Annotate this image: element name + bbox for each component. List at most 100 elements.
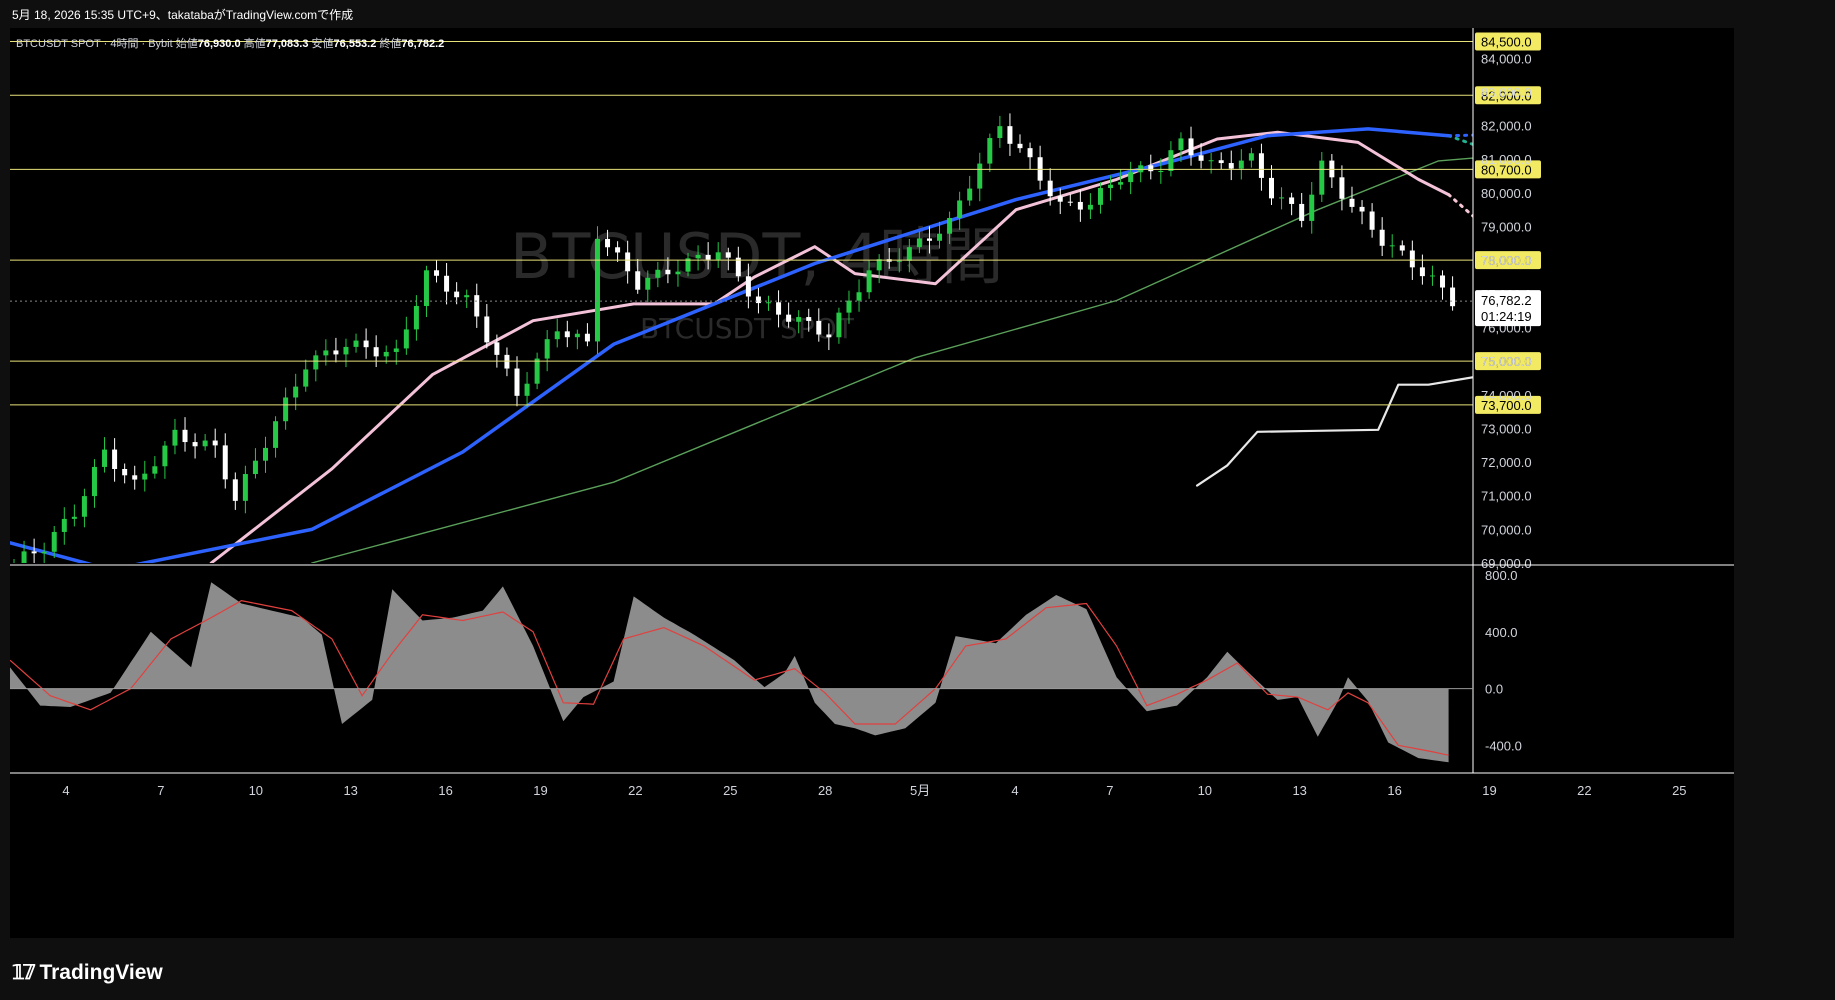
candle-body (494, 342, 500, 355)
candle-body (715, 252, 721, 260)
candle-body (182, 429, 188, 443)
candle-body (625, 252, 631, 272)
price-label-countdown: 01:24:19 (1481, 309, 1532, 324)
candle-body (41, 551, 47, 554)
open-label: 始値 (175, 38, 198, 50)
candle-body (957, 200, 963, 218)
tradingview-logo[interactable]: 𝟙𝟟 TradingView (12, 960, 163, 985)
candle-body (1128, 172, 1134, 183)
chart-frame[interactable]: BTCUSDT, 4時間 BTCUSDT SPOT 84,500.0 82,900.0… (10, 28, 1734, 938)
candle-body (383, 351, 389, 357)
candle-body (1178, 138, 1184, 151)
x-tick-label: 16 (438, 783, 452, 798)
candle-body (273, 421, 279, 448)
candle-body (1148, 165, 1154, 172)
candle-body (504, 354, 510, 369)
candle-body (866, 270, 872, 293)
candle-body (252, 460, 258, 475)
candle-body (745, 276, 751, 297)
candle-body (766, 302, 771, 304)
y-tick-label: 72,000.0 (1481, 455, 1532, 470)
logo-text: TradingView (39, 960, 163, 984)
candle-body (836, 312, 842, 338)
candle-body (1279, 197, 1285, 199)
candle-body (172, 429, 178, 446)
candle-body (534, 358, 540, 384)
tradingview-icon: 𝟙𝟟 (12, 962, 35, 984)
y-tick-label: 70,000.0 (1481, 522, 1532, 537)
candle-body (1208, 160, 1214, 162)
x-tick-label: 4 (62, 783, 69, 798)
candle-body (776, 302, 782, 315)
candle-body (524, 383, 530, 396)
candle-body (846, 300, 852, 313)
candle-body (1118, 182, 1124, 185)
x-tick-label: 4 (1011, 783, 1018, 798)
candle-body (1369, 211, 1375, 230)
candle-body (514, 368, 520, 396)
y-tick-label: 84,000.0 (1481, 51, 1532, 66)
candle-body (192, 442, 198, 447)
candle-body (1429, 275, 1435, 277)
candle-body (584, 333, 590, 342)
candle-body (1087, 204, 1093, 210)
candle-body (967, 188, 973, 201)
candle-body (1440, 275, 1446, 288)
candle-body (1289, 197, 1295, 204)
candle-body (31, 551, 37, 554)
candle-body (122, 469, 128, 476)
y-tick-label: 73,000.0 (1481, 421, 1532, 436)
x-tick-label: 7 (1106, 783, 1113, 798)
close-value: 76,782.2 (401, 38, 445, 50)
candle-body (937, 233, 943, 241)
header-caption: 5月 18, 2026 15:35 UTC+9、takatabaがTrading… (12, 8, 354, 22)
candle-body (1359, 206, 1365, 212)
chart-screenshot: 5月 18, 2026 15:35 UTC+9、takatabaがTrading… (0, 0, 1835, 1000)
candle-body (1168, 150, 1174, 171)
candle-body (393, 348, 399, 352)
symbol-info: BTCUSDT SPOT · 4時間 · Bybit 始値76,930.0 高値… (16, 35, 444, 51)
candle-body (755, 296, 761, 304)
candle-body (12, 563, 17, 564)
candle-body (1097, 188, 1103, 205)
candle-body (102, 449, 108, 467)
candle-body (655, 269, 661, 278)
x-tick-label: 5月 (910, 783, 930, 798)
candle-body (1057, 196, 1063, 202)
candle-body (1299, 203, 1305, 221)
candle-body (705, 254, 711, 260)
candle-body (796, 317, 802, 322)
candle-body (645, 277, 651, 290)
candle-body (333, 350, 339, 355)
open-value: 76,930.0 (197, 38, 241, 50)
candle-body (554, 331, 560, 340)
candle-body (594, 238, 600, 342)
candle-body (1047, 180, 1053, 197)
candle-body (1269, 177, 1274, 199)
chart-canvas[interactable]: BTCUSDT, 4時間BTCUSDT SPOT84,500.082,900.0… (10, 28, 1734, 938)
candle-body (1188, 138, 1194, 156)
x-tick-label: 25 (723, 783, 737, 798)
candle-body (615, 247, 621, 253)
candle-body (423, 270, 429, 306)
candle-body (876, 259, 882, 271)
candle-body (91, 466, 97, 497)
price-label-value: 76,782.2 (1481, 293, 1532, 308)
high-value: 77,083.3 (265, 38, 309, 50)
x-tick-label: 13 (343, 783, 357, 798)
candle-body (21, 551, 27, 563)
y-tick-label: 75,000.0 (1481, 354, 1532, 369)
x-tick-label: 19 (533, 783, 547, 798)
candle-body (896, 260, 902, 262)
candle-body (413, 305, 419, 330)
candle-body (997, 126, 1003, 139)
candle-body (323, 350, 329, 356)
candle-body (826, 334, 832, 338)
candle-body (71, 516, 77, 519)
candle-body (1349, 198, 1355, 207)
candle-body (1228, 163, 1234, 169)
candle-body (1007, 126, 1013, 144)
candle-body (1409, 250, 1415, 268)
candle-body (51, 531, 57, 552)
x-tick-label: 22 (1577, 783, 1591, 798)
